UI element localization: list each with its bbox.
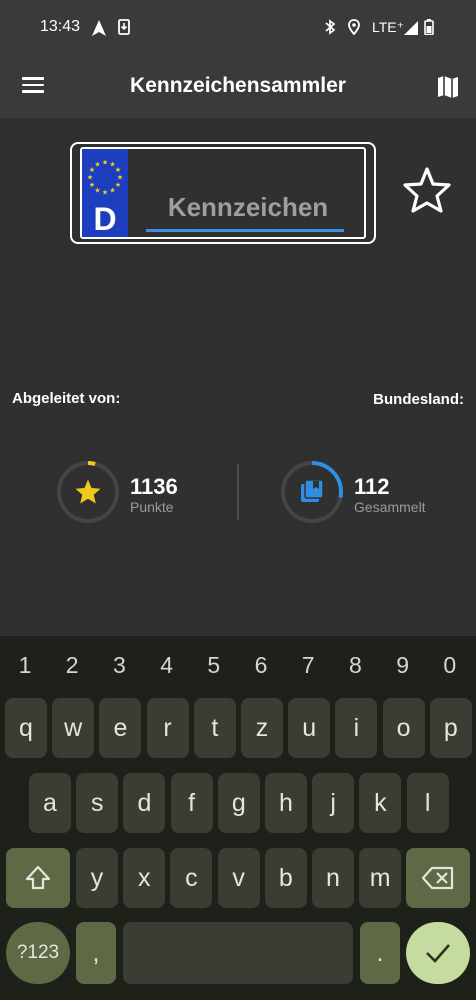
letter-key[interactable]: x	[123, 848, 166, 908]
number-key[interactable]: 8	[337, 652, 373, 679]
space-key[interactable]	[123, 922, 353, 984]
map-icon[interactable]	[434, 74, 462, 100]
letter-key[interactable]: u	[288, 698, 331, 758]
letter-key[interactable]: b	[264, 848, 307, 908]
star-outline-icon[interactable]	[402, 166, 452, 214]
shift-key[interactable]	[6, 848, 70, 908]
location-icon	[348, 19, 360, 35]
letter-key[interactable]: p	[429, 698, 472, 758]
collected-label: Gesammelt	[354, 499, 426, 515]
symbols-key[interactable]: ?123	[6, 922, 70, 984]
eu-star: ★	[117, 174, 123, 182]
status-bar: 13:43 LTE⁺	[0, 0, 476, 56]
letter-key[interactable]: y	[76, 848, 118, 908]
bluetooth-icon	[325, 19, 336, 35]
eu-star: ★	[115, 181, 121, 189]
collection-icon	[301, 479, 324, 502]
license-plate-field[interactable]: ★ ★ ★ ★ ★ ★ ★ ★ ★ ★ ★ ★ D	[70, 142, 376, 244]
collected-value: 112	[354, 474, 390, 499]
comma-key[interactable]: ,	[76, 922, 116, 984]
letter-key[interactable]: c	[170, 848, 213, 908]
country-code: D	[93, 201, 117, 237]
derived-from-label: Abgeleitet von:	[12, 390, 121, 407]
eu-star: ★	[89, 181, 95, 189]
letter-key[interactable]: n	[312, 848, 354, 908]
letter-key[interactable]: r	[146, 698, 189, 758]
period-key[interactable]: .	[360, 922, 400, 984]
letter-key[interactable]: i	[335, 698, 378, 758]
battery-icon	[424, 19, 434, 35]
soft-keyboard: ?123 , . 1234567890 qwertzuiop asdfghjkl yx…	[0, 636, 476, 1000]
eu-star: ★	[102, 189, 108, 197]
navigation-arrow-icon	[92, 20, 106, 36]
number-key[interactable]: 0	[432, 652, 468, 679]
eu-star: ★	[115, 166, 121, 174]
eu-star: ★	[94, 161, 100, 169]
enter-key[interactable]	[406, 922, 470, 984]
letter-key[interactable]: w	[52, 698, 95, 758]
eu-band: ★ ★ ★ ★ ★ ★ ★ ★ ★ ★ ★ ★ D	[82, 149, 128, 237]
status-time: 13:43	[40, 18, 81, 35]
checkmark-icon	[426, 944, 450, 963]
state-label: Bundesland:	[373, 391, 464, 408]
app-bar: Kennzeichensammler	[0, 56, 476, 118]
backspace-icon	[421, 866, 454, 890]
letter-key[interactable]: m	[359, 848, 402, 908]
eu-star: ★	[102, 159, 108, 167]
shift-icon	[25, 865, 51, 890]
letter-key[interactable]: l	[406, 773, 449, 833]
star-icon	[75, 479, 101, 504]
download-icon	[118, 19, 130, 35]
network-type: LTE⁺	[372, 19, 405, 35]
number-key[interactable]: 9	[385, 652, 421, 679]
signal-icon	[404, 21, 418, 35]
letter-key[interactable]: f	[170, 773, 213, 833]
letter-key[interactable]: o	[382, 698, 425, 758]
license-plate-input[interactable]	[148, 191, 348, 223]
letter-key[interactable]: v	[217, 848, 260, 908]
letter-key[interactable]: d	[123, 773, 166, 833]
backspace-key[interactable]	[406, 848, 470, 908]
number-key[interactable]: 1	[7, 652, 43, 679]
eu-star: ★	[109, 186, 115, 194]
eu-star: ★	[87, 174, 93, 182]
letter-key[interactable]: a	[29, 773, 71, 833]
collected-progress-ring	[281, 461, 343, 523]
plate-frame: ★ ★ ★ ★ ★ ★ ★ ★ ★ ★ ★ ★ D	[80, 147, 366, 239]
points-progress-ring	[57, 461, 119, 523]
eu-star: ★	[94, 186, 100, 194]
letter-key[interactable]: q	[5, 698, 47, 758]
letter-key[interactable]: s	[76, 773, 119, 833]
eu-stars-icon: ★ ★★★★★★★★★★★	[87, 159, 123, 197]
letter-key[interactable]: t	[193, 698, 236, 758]
number-key[interactable]: 3	[101, 652, 137, 679]
stats-divider	[237, 464, 239, 520]
letter-key[interactable]: h	[265, 773, 307, 833]
letter-key[interactable]: e	[99, 698, 142, 758]
number-key[interactable]: 7	[290, 652, 326, 679]
letter-key[interactable]: g	[217, 773, 260, 833]
points-value: 1136	[130, 474, 178, 499]
number-key[interactable]: 4	[149, 652, 185, 679]
app-title: Kennzeichensammler	[130, 74, 346, 97]
number-key[interactable]: 6	[243, 652, 279, 679]
letter-key[interactable]: k	[359, 773, 402, 833]
number-key[interactable]: 2	[54, 652, 90, 679]
letter-key[interactable]: z	[241, 698, 283, 758]
number-key[interactable]: 5	[196, 652, 232, 679]
input-underline	[146, 229, 344, 232]
points-label: Punkte	[130, 499, 174, 515]
letter-key[interactable]: j	[312, 773, 355, 833]
